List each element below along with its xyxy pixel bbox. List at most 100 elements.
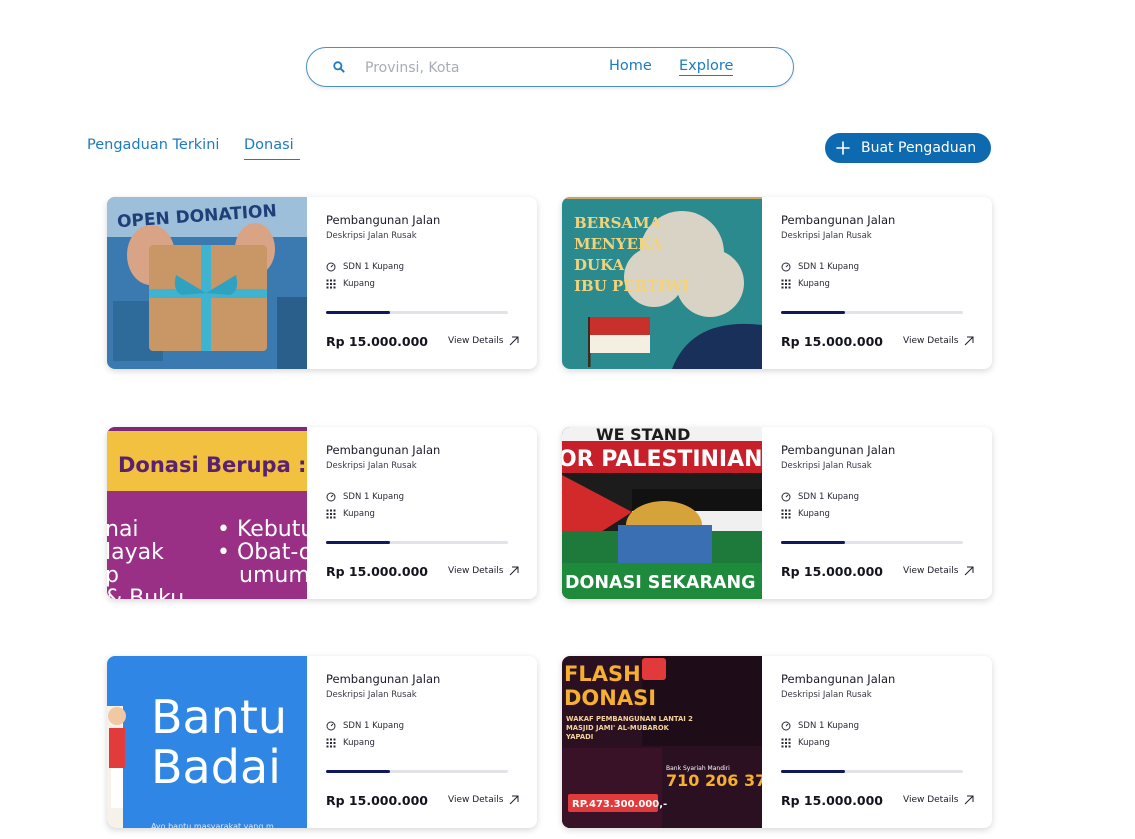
card-amount: Rp 15.000.000 (781, 793, 884, 808)
grid-icon (326, 509, 336, 519)
campaign-image: WE STAND OR PALESTINIAN DONASI SEKARANG (562, 427, 762, 599)
banner-text: RP.473.300.000,- (572, 799, 667, 810)
nav-explore-link[interactable]: Explore (679, 58, 734, 76)
card-amount: Rp 15.000.000 (326, 334, 429, 349)
card-city: Kupang (781, 279, 830, 289)
arrow-up-right-icon (965, 566, 974, 576)
banner-text: Badai (151, 740, 281, 794)
card-title: Pembangunan Jalan (781, 213, 896, 227)
card-school-label: SDN 1 Kupang (798, 492, 860, 502)
gauge-icon (781, 492, 791, 502)
banner-text: Ayo bantu masyarakat yang m (151, 822, 274, 828)
card-school: SDN 1 Kupang (781, 492, 859, 502)
banner-text: nai (107, 517, 139, 542)
card-body: Pembangunan Jalan Deskripsi Jalan Rusak … (326, 427, 526, 599)
view-details-link[interactable]: View Details (448, 336, 519, 346)
card-school-label: SDN 1 Kupang (343, 721, 405, 731)
card-school: SDN 1 Kupang (326, 721, 404, 731)
donation-card[interactable]: FLASH DONASI WAKAF PEMBANGUNAN LANTAI 2 … (562, 656, 992, 828)
create-complaint-label: Buat Pengaduan (861, 140, 977, 156)
arrow-up-right-icon (510, 566, 519, 576)
card-title: Pembangunan Jalan (326, 443, 441, 457)
create-complaint-button[interactable]: Buat Pengaduan (825, 133, 991, 163)
progress-bar (781, 770, 963, 773)
banner-text: YAPADI (565, 733, 593, 741)
banner-text: umum (239, 563, 307, 588)
card-school-label: SDN 1 Kupang (798, 262, 860, 272)
card-city-label: Kupang (343, 738, 375, 748)
campaign-image: OPEN DONATION (107, 197, 307, 369)
donation-card[interactable]: OPEN DONATION Pembangunan Jalan Deskrips… (107, 197, 537, 369)
arrow-up-right-icon (510, 795, 519, 805)
view-details-link[interactable]: View Details (448, 795, 519, 805)
search-input[interactable] (365, 57, 585, 79)
view-details-label: View Details (448, 336, 504, 346)
view-details-label: View Details (903, 566, 959, 576)
search-icon[interactable] (332, 60, 346, 74)
gauge-icon (326, 721, 336, 731)
card-title: Pembangunan Jalan (326, 672, 441, 686)
arrow-up-right-icon (510, 336, 519, 346)
view-details-label: View Details (903, 795, 959, 805)
banner-text: DUKA (574, 256, 625, 274)
card-city: Kupang (326, 509, 375, 519)
card-title: Pembangunan Jalan (781, 443, 896, 457)
campaign-image: Bantu Badai Ayo bantu masyarakat yang m (107, 656, 307, 828)
view-details-label: View Details (448, 795, 504, 805)
card-body: Pembangunan Jalan Deskripsi Jalan Rusak … (326, 656, 526, 828)
card-city: Kupang (781, 738, 830, 748)
tab-pengaduan-terkini[interactable]: Pengaduan Terkini (87, 137, 219, 153)
progress-fill (781, 770, 845, 773)
banner-text: DONASI SEKARANG (565, 573, 756, 593)
view-details-link[interactable]: View Details (448, 566, 519, 576)
banner-text: Bantu (151, 690, 287, 744)
plus-icon (836, 141, 850, 155)
view-details-link[interactable]: View Details (903, 795, 974, 805)
banner-text: WAKAF PEMBANGUNAN LANTAI 2 (566, 715, 693, 723)
campaign-image: Donasi Berupa : nai layak p & Buku • Keb… (107, 427, 307, 599)
progress-fill (326, 770, 390, 773)
card-title: Pembangunan Jalan (781, 672, 896, 686)
tab-donasi[interactable]: Donasi (244, 137, 300, 160)
campaign-image: FLASH DONASI WAKAF PEMBANGUNAN LANTAI 2 … (562, 656, 762, 828)
progress-bar (326, 311, 508, 314)
donation-card[interactable]: BERSAMA MENYEKA DUKA IBU PERTIWI Pembang… (562, 197, 992, 369)
card-school: SDN 1 Kupang (781, 262, 859, 272)
grid-icon (781, 509, 791, 519)
grid-icon (326, 279, 336, 289)
donation-card[interactable]: Bantu Badai Ayo bantu masyarakat yang m … (107, 656, 537, 828)
banner-text: p (107, 563, 119, 588)
card-body: Pembangunan Jalan Deskripsi Jalan Rusak … (781, 656, 981, 828)
banner-text: FLASH (564, 662, 641, 686)
card-school: SDN 1 Kupang (326, 262, 404, 272)
banner-text: MASJID JAMI' AL-MUBAROK (566, 724, 670, 732)
nav-home-link[interactable]: Home (609, 58, 652, 74)
view-details-link[interactable]: View Details (903, 336, 974, 346)
campaign-image: BERSAMA MENYEKA DUKA IBU PERTIWI (562, 197, 762, 369)
progress-fill (326, 541, 390, 544)
view-details-label: View Details (448, 566, 504, 576)
banner-text: layak (107, 540, 164, 565)
donation-card[interactable]: WE STAND OR PALESTINIAN DONASI SEKARANG … (562, 427, 992, 599)
progress-bar (781, 311, 963, 314)
grid-icon (781, 738, 791, 748)
card-city: Kupang (781, 509, 830, 519)
grid-icon (781, 279, 791, 289)
view-details-link[interactable]: View Details (903, 566, 974, 576)
progress-fill (781, 311, 845, 314)
card-amount: Rp 15.000.000 (781, 334, 884, 349)
gauge-icon (326, 262, 336, 272)
card-school: SDN 1 Kupang (326, 492, 404, 502)
progress-bar (326, 541, 508, 544)
card-school: SDN 1 Kupang (781, 721, 859, 731)
card-city-label: Kupang (343, 279, 375, 289)
card-amount: Rp 15.000.000 (326, 793, 429, 808)
card-city: Kupang (326, 738, 375, 748)
banner-text: IBU PERTIWI (574, 277, 689, 295)
card-title: Pembangunan Jalan (326, 213, 441, 227)
card-body: Pembangunan Jalan Deskripsi Jalan Rusak … (781, 427, 981, 599)
gauge-icon (781, 721, 791, 731)
card-city-label: Kupang (798, 738, 830, 748)
card-body: Pembangunan Jalan Deskripsi Jalan Rusak … (326, 197, 526, 369)
donation-card[interactable]: Donasi Berupa : nai layak p & Buku • Keb… (107, 427, 537, 599)
